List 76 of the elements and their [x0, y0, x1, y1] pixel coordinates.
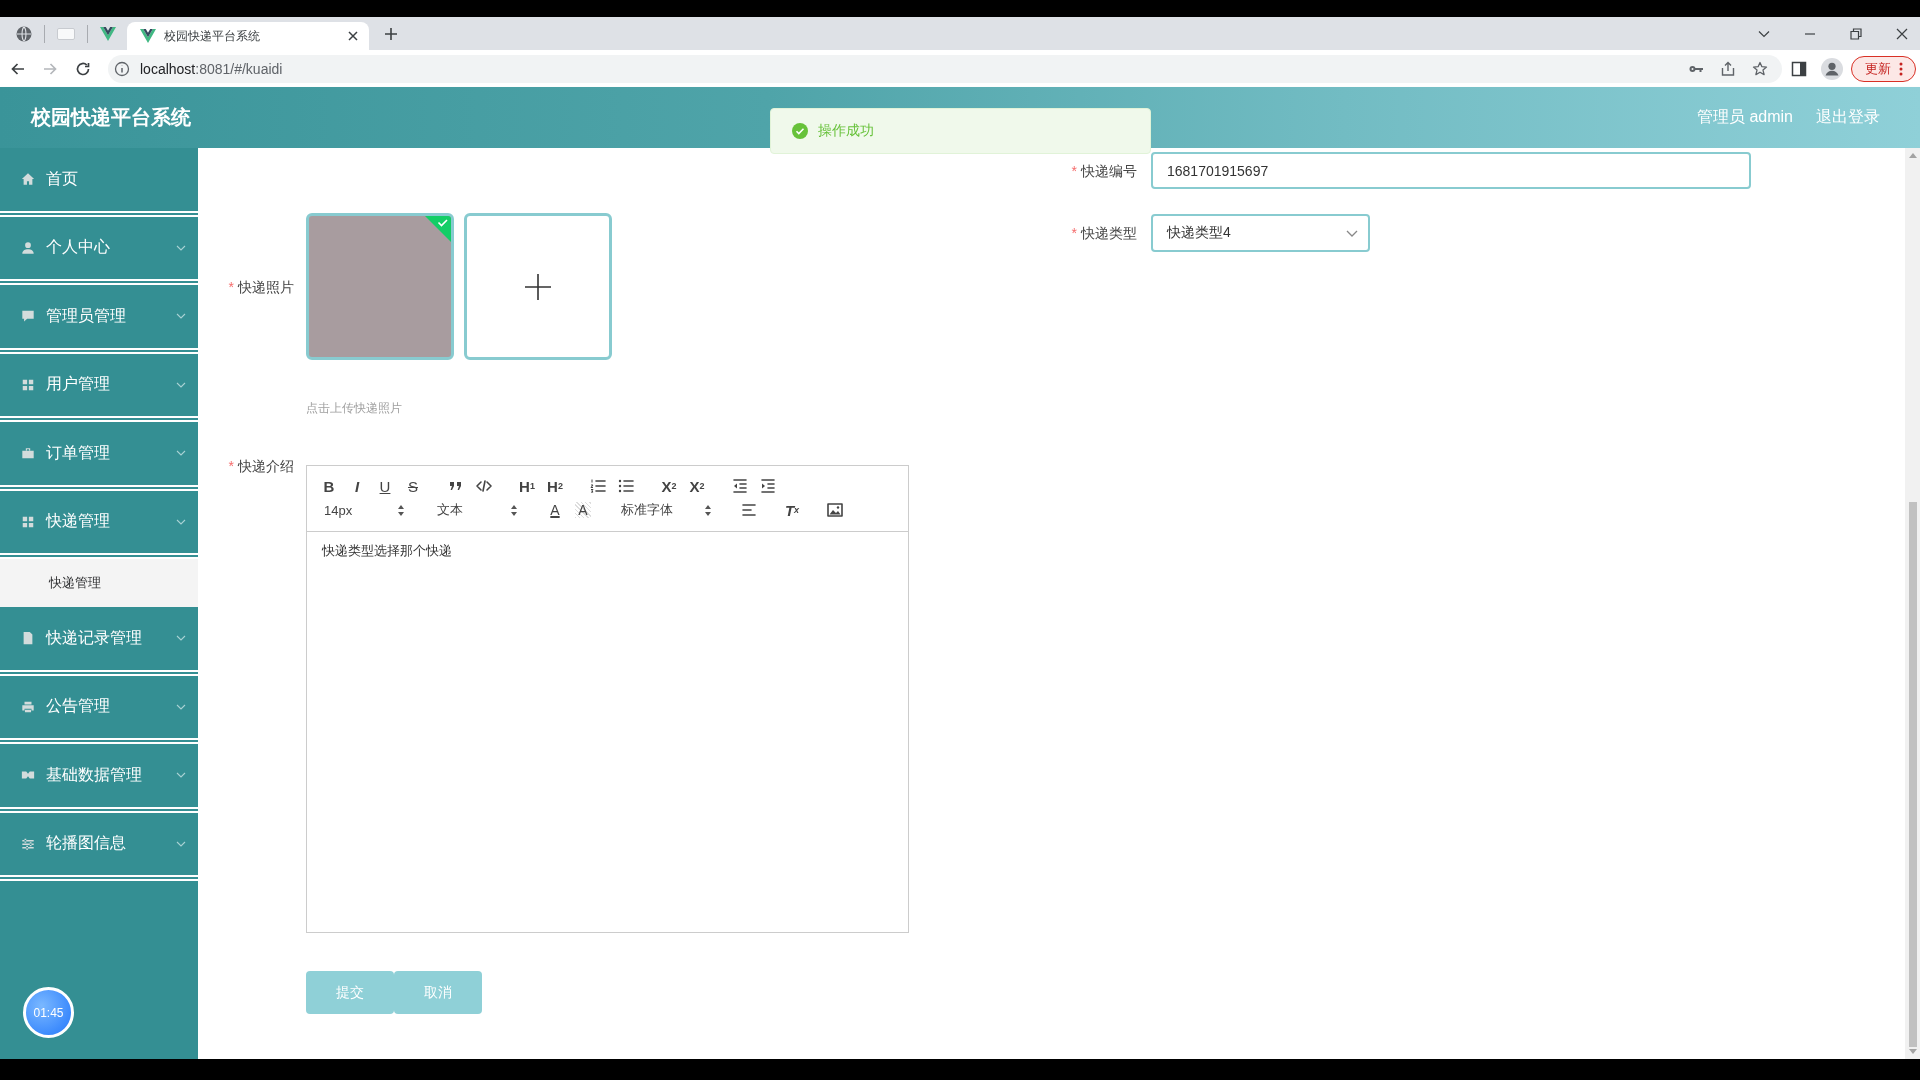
font-size-picker[interactable]: 14px: [315, 498, 413, 522]
required-mark: *: [228, 457, 234, 476]
strikethrough-button[interactable]: S: [399, 474, 427, 498]
editor-content[interactable]: 快递类型选择那个快递: [307, 532, 908, 932]
scrollbar-track[interactable]: [1905, 148, 1920, 1059]
address-field[interactable]: localhost:8081/#/kuaidi: [108, 54, 1782, 83]
chevron-down-icon: [176, 381, 186, 388]
upload-hint: 点击上传快递照片: [306, 400, 402, 416]
user-label: 管理员 admin: [1696, 107, 1793, 127]
grid-icon: [21, 514, 35, 529]
new-tab-icon[interactable]: [383, 25, 399, 42]
superscript-button[interactable]: X$^{2}$: [683, 474, 711, 498]
v-logo-icon[interactable]: [100, 26, 116, 41]
field-label: 快递编号: [1081, 161, 1137, 181]
required-mark: *: [228, 277, 234, 297]
bullet-list-icon: [617, 477, 635, 495]
info-icon[interactable]: [114, 60, 130, 77]
globe-icon[interactable]: [16, 25, 32, 42]
toast-message: 操作成功: [818, 122, 874, 140]
close-icon[interactable]: [1895, 26, 1909, 41]
more-icon: [1898, 61, 1903, 76]
italic-button[interactable]: I: [343, 474, 371, 498]
underline-button[interactable]: U: [371, 474, 399, 498]
up-down-arrows-icon: [704, 503, 712, 517]
grid-icon: [21, 377, 35, 392]
printer-icon: [21, 699, 35, 714]
up-down-arrows-icon: [510, 503, 518, 517]
home-icon: [21, 172, 35, 187]
app-title: 校园快递平台系统: [31, 105, 191, 130]
input-field[interactable]: 1681701915697: [1151, 152, 1751, 189]
update-button[interactable]: 更新: [1851, 55, 1916, 82]
required-mark: *: [1071, 161, 1077, 181]
chevron-down-icon: [176, 518, 186, 525]
person-icon: [21, 240, 35, 255]
v-logo-icon: [140, 29, 156, 43]
select-field[interactable]: 快递类型4: [1151, 214, 1370, 252]
sidebar-subitem[interactable]: 快递管理: [0, 559, 198, 607]
numbered-list-icon: [589, 477, 607, 495]
profile-icon[interactable]: [1821, 57, 1843, 80]
outdent-icon: [731, 477, 749, 495]
side-panel-icon[interactable]: [1791, 60, 1807, 77]
chevron-down-icon: [1346, 229, 1358, 237]
chevron-down-icon: [176, 450, 186, 457]
briefcase-icon: [21, 446, 35, 461]
page-thumbnail-icon[interactable]: [57, 27, 75, 40]
share-icon[interactable]: [1720, 60, 1736, 77]
star-icon[interactable]: [1752, 60, 1768, 77]
document-icon: [21, 631, 35, 646]
field-label: 快递照片: [238, 277, 294, 297]
text-color-button[interactable]: A: [541, 498, 569, 522]
browser-tab[interactable]: 校园快递平台系统: [127, 22, 369, 50]
field-label: 快递介绍: [238, 457, 294, 476]
close-icon[interactable]: [347, 30, 359, 42]
restore-icon[interactable]: [1849, 26, 1863, 41]
indent-icon: [759, 477, 777, 495]
sliders-icon: [21, 836, 35, 851]
image-icon: [826, 501, 844, 519]
chevron-down-icon: [176, 703, 186, 710]
chevron-down-icon: [176, 772, 186, 779]
chevron-down-icon: [176, 840, 186, 847]
field-label: 快递类型: [1081, 224, 1137, 243]
plus-icon: [525, 273, 551, 300]
chevron-down-icon: [176, 244, 186, 251]
chat-icon: [21, 309, 35, 324]
text-style-picker[interactable]: 文本: [428, 498, 526, 522]
recording-timer: 01:45: [23, 987, 74, 1038]
scrollbar-thumb[interactable]: [1908, 502, 1917, 1047]
up-down-arrows-icon: [397, 503, 405, 517]
bold-button[interactable]: B: [315, 474, 343, 498]
required-mark: *: [1071, 224, 1077, 243]
font-family-picker[interactable]: 标准字体: [612, 498, 720, 522]
align-left-icon: [740, 501, 758, 519]
check-circle-icon: [792, 123, 808, 139]
chevron-down-icon: [176, 635, 186, 642]
code-icon: [475, 477, 493, 495]
chevron-down-icon: [176, 313, 186, 320]
